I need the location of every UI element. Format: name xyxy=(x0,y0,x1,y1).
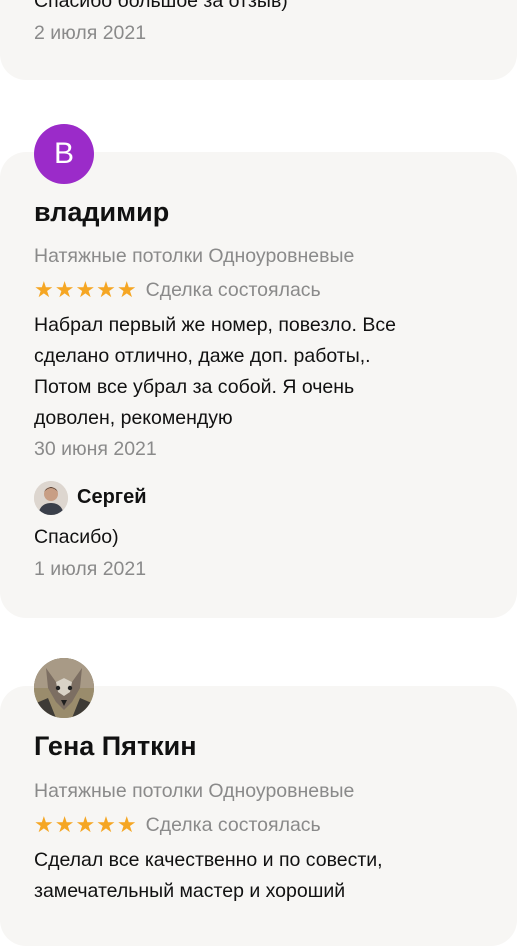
review-date: 30 июня 2021 xyxy=(34,438,157,460)
avatar[interactable]: В xyxy=(34,124,94,184)
star-rating-icon: ★★★★★ xyxy=(34,277,138,302)
wolf-avatar-icon xyxy=(34,658,94,718)
review-author[interactable]: владимир xyxy=(34,197,169,228)
review-author[interactable]: Гена Пяткин xyxy=(34,731,197,762)
review-text-line: доволен, рекомендую xyxy=(34,407,233,429)
review-service: Натяжные потолки Одноуровневые xyxy=(34,245,355,267)
reply-date: 2 июля 2021 xyxy=(34,22,147,44)
reply-text: Спасибо) xyxy=(34,526,119,548)
reply-author[interactable]: Сергей xyxy=(77,486,147,509)
review-text-line: замечательный мастер и хороший xyxy=(34,880,346,902)
deal-status: Сделка состоялась xyxy=(145,279,321,301)
review-text-line: Потом все убрал за собой. Я очень xyxy=(34,376,355,398)
reply-date: 1 июля 2021 xyxy=(34,558,147,580)
review-rating: ★★★★★ Сделка состоялась xyxy=(34,276,321,304)
review-rating: ★★★★★ Сделка состоялась xyxy=(34,811,321,839)
reply-avatar xyxy=(34,481,68,515)
review-text-line: Сделал все качественно и по совести, xyxy=(34,849,383,871)
person-photo-icon xyxy=(34,481,68,515)
review-text-line: сделано отлично, даже доп. работы,. xyxy=(34,345,371,367)
deal-status: Сделка состоялась xyxy=(145,814,321,836)
star-rating-icon: ★★★★★ xyxy=(34,812,138,837)
reply-text: Спасибо большое за отзыв) xyxy=(34,0,288,12)
avatar[interactable] xyxy=(34,658,94,718)
review-text-line: Набрал первый же номер, повезло. Все xyxy=(34,314,396,336)
avatar-letter: В xyxy=(53,137,74,170)
review-card-previous: Спасибо большое за отзыв) 2 июля 2021 xyxy=(0,0,517,80)
review-service: Натяжные потолки Одноуровневые xyxy=(34,780,355,802)
